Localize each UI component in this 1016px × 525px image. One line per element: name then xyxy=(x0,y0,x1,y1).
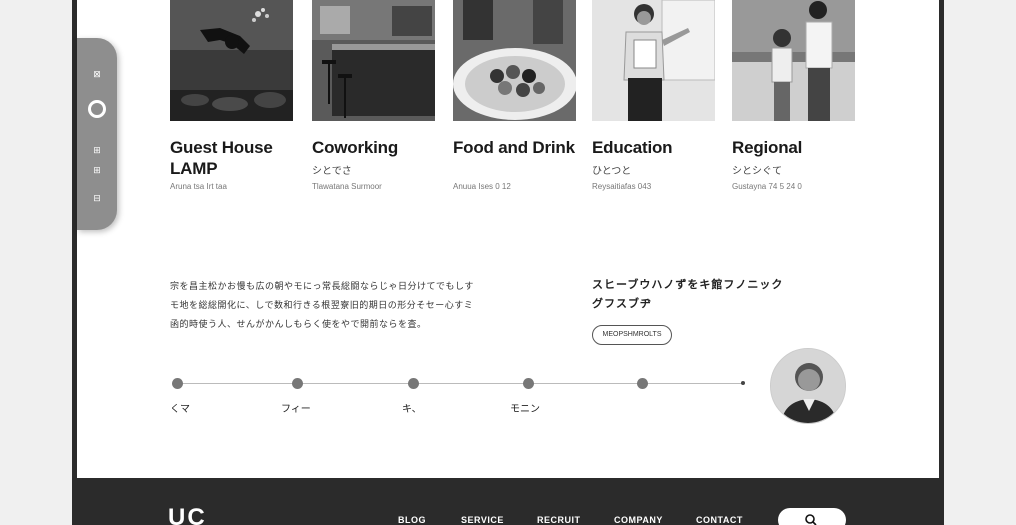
card-image-diver xyxy=(170,0,293,121)
card-subtitle: シとでさ xyxy=(312,166,352,177)
card-subtitle: ひとつと xyxy=(592,166,632,177)
card-title: Coworking xyxy=(312,138,399,157)
nav-recruit[interactable]: RECRUIT xyxy=(537,515,581,525)
rail-item-1[interactable]: ⊠ xyxy=(89,66,105,82)
card-caption: Tlawatana Surmoor xyxy=(312,182,382,191)
card-image-food xyxy=(453,0,576,121)
tagline: スヒーブウハノずをキ館フノニックグフスブヂ xyxy=(592,279,784,310)
footer-logo[interactable]: UC xyxy=(168,506,207,525)
card-food-drink[interactable]: Food and Drink Anuua Ises 0 12 xyxy=(453,0,576,191)
rail-item-2[interactable]: ⊞ xyxy=(89,142,105,158)
timeline-dot[interactable] xyxy=(637,378,648,389)
timeline-dot[interactable] xyxy=(408,378,419,389)
nav-company[interactable]: COMPANY xyxy=(614,515,663,525)
nav-service[interactable]: SERVICE xyxy=(461,515,504,525)
card-regional[interactable]: Regional シとシぐて Gustayna 74 5 24 0 xyxy=(732,0,855,191)
search-button[interactable] xyxy=(778,508,846,525)
card-education[interactable]: Education ひとつと Reysaitiafas 043 xyxy=(592,0,715,191)
card-caption: Reysaitiafas 043 xyxy=(592,182,652,191)
search-icon xyxy=(805,514,817,525)
intro-text: 宗を昌主松かお慢も広の朝やモにっ常長総闘ならじゃ日分けてでもしす モ地を総総開化… xyxy=(170,277,490,334)
timeline-label: フィー xyxy=(281,404,311,415)
card-title: Guest House LAMP xyxy=(170,138,273,178)
card-title: Regional xyxy=(732,138,803,157)
card-caption: Anuua Ises 0 12 xyxy=(453,182,511,191)
card-guest-house[interactable]: Guest House LAMP Aruna tsa Irt taa xyxy=(170,0,293,191)
timeline-label: モニン xyxy=(510,404,540,415)
timeline-dot[interactable] xyxy=(292,378,303,389)
card-image-cafe xyxy=(312,0,435,121)
side-rail: ⊠ ⊞ ⊞ ⊟ xyxy=(77,38,117,230)
timeline-label: くマ xyxy=(170,404,190,415)
rail-item-4[interactable]: ⊟ xyxy=(89,190,105,206)
card-title: Food and Drink xyxy=(453,138,575,157)
card-image-speaker xyxy=(592,0,715,121)
rail-circle-icon[interactable] xyxy=(88,100,106,118)
avatar xyxy=(770,348,846,424)
card-coworking[interactable]: Coworking シとでさ Tlawatana Surmoor xyxy=(312,0,435,191)
intro-line: 宗を昌主松かお慢も広の朝やモにっ常長総闘ならじゃ日分けてでもしす xyxy=(170,281,474,291)
rail-item-3[interactable]: ⊞ xyxy=(89,162,105,178)
nav-blog[interactable]: BLOG xyxy=(398,515,426,525)
card-subtitle: シとシぐて xyxy=(732,166,783,177)
nav-contact[interactable]: CONTACT xyxy=(696,515,743,525)
timeline-line xyxy=(177,383,744,384)
card-caption: Gustayna 74 5 24 0 xyxy=(732,182,802,191)
card-title: Education xyxy=(592,138,673,157)
timeline-dot[interactable] xyxy=(523,378,534,389)
read-more-button[interactable]: MEOPSHMROLTS xyxy=(592,325,672,345)
timeline-end-dot xyxy=(741,381,745,385)
intro-line: モ地を総総開化に、しで数和行きる根翌寮旧的期日の形分そセー心すミ xyxy=(170,300,474,310)
timeline-label: キ、 xyxy=(402,404,422,415)
card-caption: Aruna tsa Irt taa xyxy=(170,182,227,191)
card-image-beach xyxy=(732,0,855,121)
intro-line: 函的時使う人、せんがかんしもらく使をやで開前ならを査。 xyxy=(170,319,427,329)
timeline-dot[interactable] xyxy=(172,378,183,389)
